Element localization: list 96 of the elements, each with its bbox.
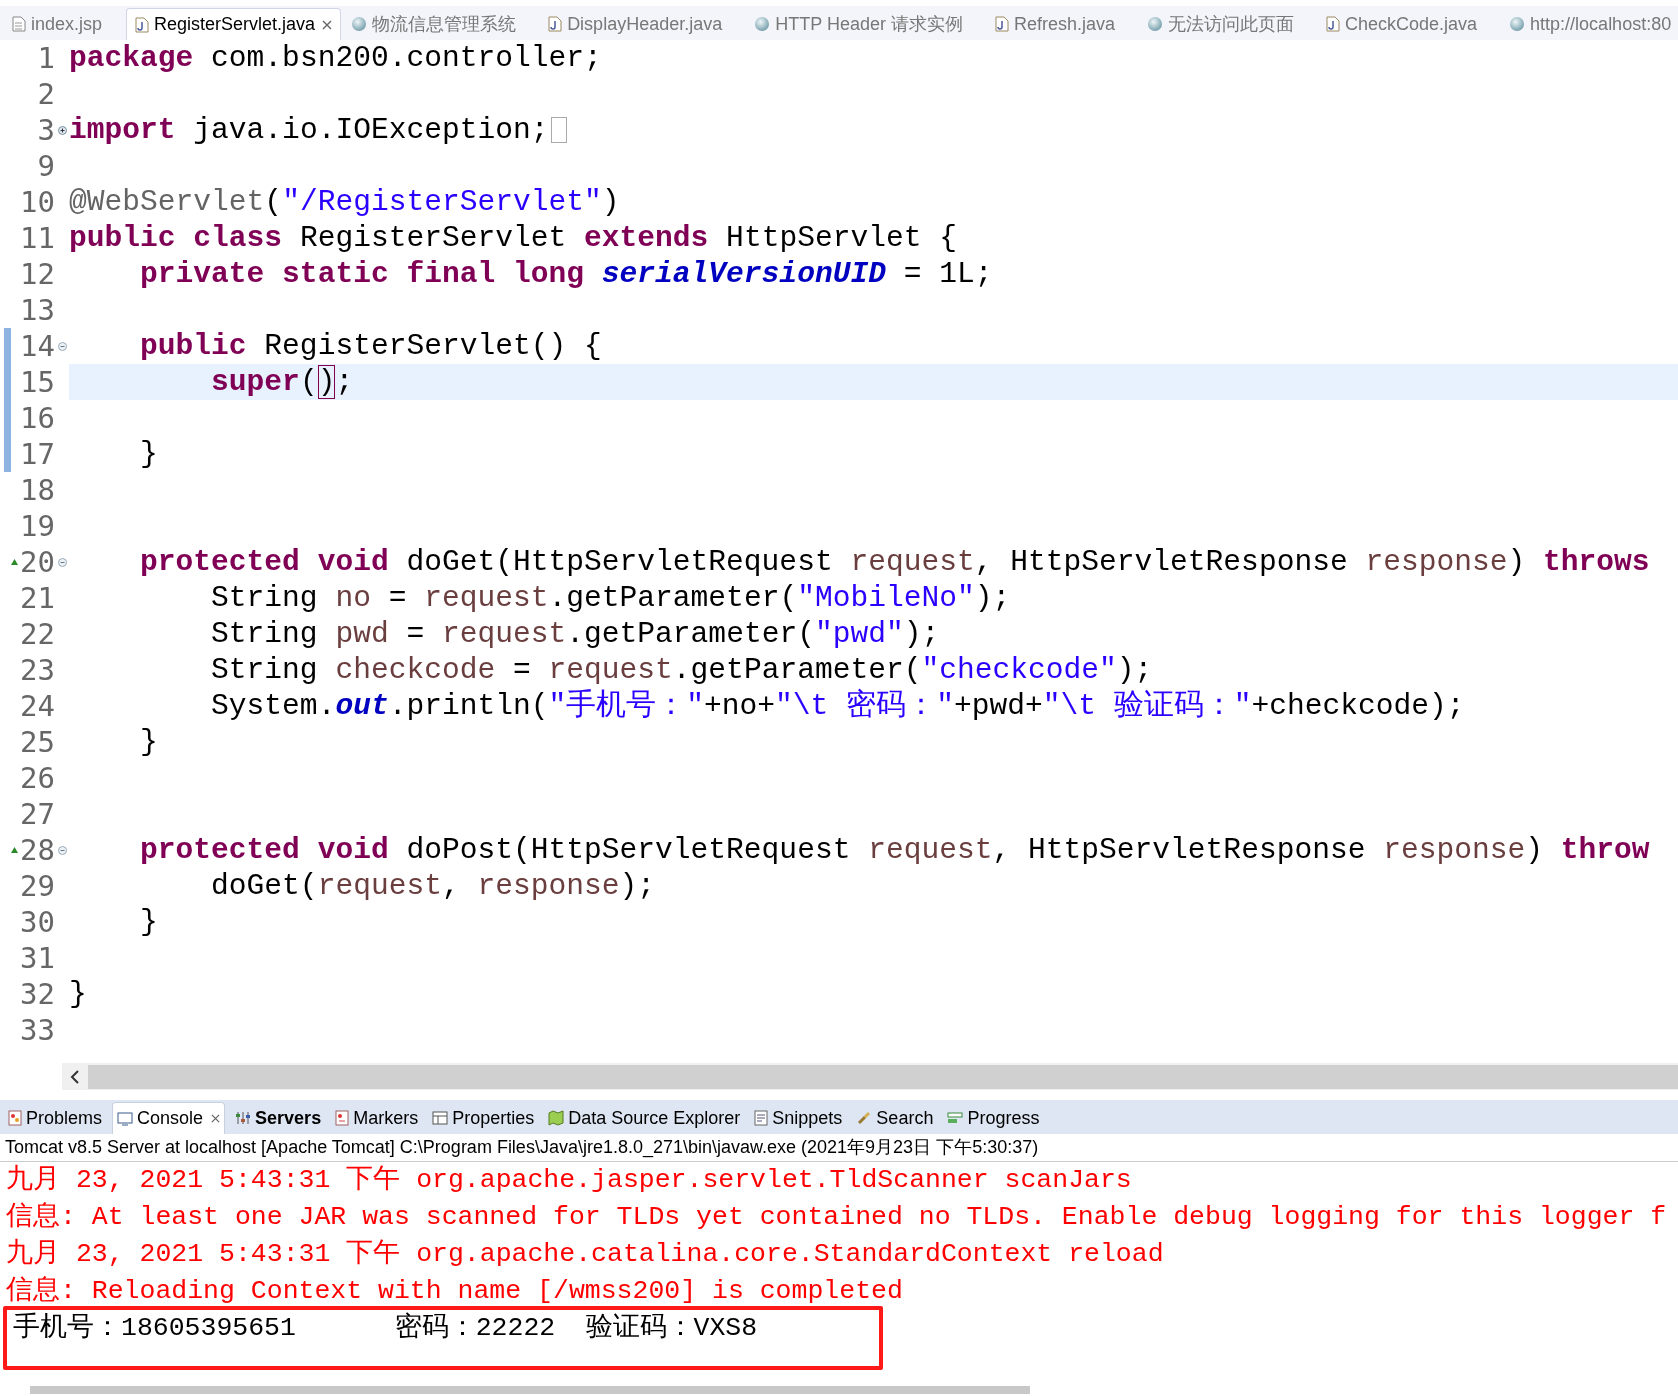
markers-icon: [335, 1110, 350, 1126]
line-number: 9: [36, 148, 55, 184]
close-icon[interactable]: [322, 19, 333, 30]
editor-tab[interactable]: http://localhost:80: [1501, 8, 1678, 40]
java-file-icon: [135, 16, 150, 33]
view-tab[interactable]: Data Source Explorer: [544, 1102, 745, 1134]
console-line: 信息: At least one JAR was scanned for TLDs yet contained no TLDs. Enable debug logging for this logger f: [5, 1201, 1667, 1234]
map-icon: [548, 1110, 565, 1126]
code-line: }: [139, 724, 158, 760]
view-tab[interactable]: Progress: [943, 1102, 1044, 1134]
folded-code-marker[interactable]: [550, 117, 567, 143]
search-icon: [856, 1110, 873, 1126]
line-number: 28: [19, 832, 55, 868]
console-line: 九月 23, 2021 5:43:31 下午 org.apache.jasper.servlet.TldScanner scanJars: [5, 1163, 1132, 1197]
properties-icon: [432, 1111, 449, 1125]
view-tab[interactable]: Console: [112, 1102, 226, 1134]
line-number: 19: [19, 508, 55, 544]
code-line: System.out.println("手机号："+no+"\t 密码："+pwd+"\t 验证码："+checkcode);: [210, 688, 1465, 724]
editor-tab[interactable]: 无法访问此页面: [1139, 8, 1302, 40]
editor-tab[interactable]: index.jsp: [4, 8, 111, 40]
code-line: protected void doPost(HttpServletRequest request, HttpServletResponse response) throw: [139, 832, 1650, 868]
code-line: public class RegisterServlet extends HttpServlet {: [69, 220, 957, 256]
collapse-minus-icon[interactable]: [57, 845, 67, 855]
line-number: 26: [19, 760, 55, 796]
view-tab[interactable]: Markers: [331, 1102, 423, 1134]
code-line: String no = request.getParameter("MobileNo");: [210, 580, 1011, 616]
snippets-icon: [754, 1110, 769, 1126]
line-number: 15: [19, 364, 55, 400]
line-number: 17: [19, 436, 55, 472]
problems-icon: [8, 1110, 22, 1126]
globe-icon: [1147, 16, 1163, 32]
line-number: 1: [36, 40, 55, 76]
editor-tab[interactable]: HTTP Header 请求实例: [746, 8, 971, 40]
console-line: 手机号：18605395651 密码：22222 验证码：VXS8: [12, 1311, 758, 1345]
progress-icon: [947, 1112, 964, 1124]
line-number: 23: [19, 652, 55, 688]
console-line: 九月 23, 2021 5:43:31 下午 org.apache.catalina.core.StandardContext reload: [5, 1237, 1164, 1271]
code-line: String pwd = request.getParameter("pwd");: [210, 616, 940, 652]
collapse-minus-icon[interactable]: [57, 341, 67, 351]
editor-tab[interactable]: RegisterServlet.java: [126, 8, 342, 40]
code-line: protected void doGet(HttpServletRequest request, HttpServletResponse response) throws: [139, 544, 1650, 580]
globe-icon: [351, 16, 368, 32]
line-number: 3: [36, 112, 55, 148]
line-number: 11: [19, 220, 55, 256]
line-number: 24: [19, 688, 55, 724]
view-tab[interactable]: Servers: [231, 1102, 326, 1134]
close-icon[interactable]: [211, 1114, 221, 1123]
line-number: 31: [19, 940, 55, 976]
file-icon: [12, 16, 26, 32]
line-number: 18: [19, 472, 55, 508]
view-tab[interactable]: Problems: [4, 1102, 107, 1134]
expand-plus-icon[interactable]: [57, 125, 67, 135]
line-number: 22: [19, 616, 55, 652]
java-file-icon: [1326, 16, 1340, 32]
scrollbar-thumb[interactable]: [30, 1386, 1030, 1394]
code-line: @WebServlet("/RegisterServlet"): [69, 184, 620, 220]
editor-tab[interactable]: DisplayHeader.java: [540, 8, 731, 40]
code-line: private static final long serialVersionUID = 1L;: [139, 256, 993, 292]
console-line: 信息: Reloading Context with name [/wmss200] is completed: [5, 1275, 903, 1308]
line-number: 13: [19, 292, 55, 328]
collapse-minus-icon[interactable]: [57, 557, 67, 567]
line-number: 29: [19, 868, 55, 904]
view-tab[interactable]: Properties: [428, 1102, 539, 1134]
console-header: Tomcat v8.5 Server at localhost [Apache Tomcat] C:\Program Files\Java\jre1.8.0_271\bin\javaw.exe (2021年9月23日 下午5:30:37): [5, 1136, 1039, 1160]
java-file-icon: [548, 16, 563, 32]
line-number: 33: [19, 1012, 55, 1048]
line-number: 21: [19, 580, 55, 616]
line-number: 32: [19, 976, 55, 1012]
line-number: 14: [19, 328, 55, 364]
code-line: doGet(request, response);: [210, 868, 656, 904]
line-number: 27: [19, 796, 55, 832]
code-line: }: [139, 436, 158, 472]
code-line: super();: [210, 364, 354, 400]
code-line: }: [69, 976, 87, 1012]
editor-tab[interactable]: 物流信息管理系统: [343, 8, 525, 40]
editor-tab[interactable]: CheckCode.java: [1318, 8, 1486, 40]
console-icon: [117, 1111, 134, 1126]
code-line: package com.bsn200.controller;: [69, 40, 602, 76]
line-number: 16: [19, 400, 55, 436]
servers-icon: [235, 1111, 252, 1125]
globe-icon: [754, 16, 771, 32]
code-line: }: [139, 904, 158, 940]
view-tab[interactable]: Snippets: [750, 1102, 847, 1134]
line-number: 12: [19, 256, 55, 292]
view-tab[interactable]: Search: [852, 1102, 938, 1134]
line-number: 25: [19, 724, 55, 760]
code-line: String checkcode = request.getParameter("checkcode");: [210, 652, 1153, 688]
line-number: 20: [19, 544, 55, 580]
editor-tab[interactable]: Refresh.java: [986, 8, 1123, 40]
globe-icon: [1509, 16, 1526, 32]
java-file-icon: [994, 16, 1009, 32]
line-number: 30: [19, 904, 55, 940]
code-line: public RegisterServlet() {: [139, 328, 602, 364]
line-number: 10: [19, 184, 55, 220]
code-line: import java.io.IOException;: [69, 112, 549, 148]
line-number: 2: [36, 76, 55, 112]
